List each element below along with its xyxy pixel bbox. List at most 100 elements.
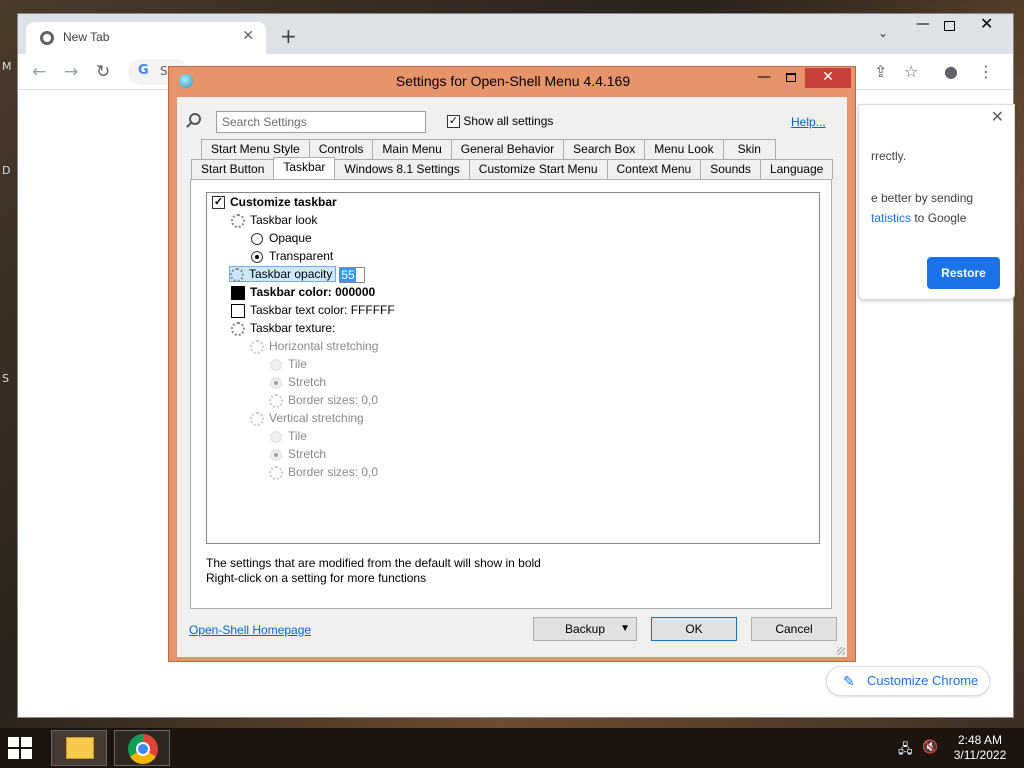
tab-start-menu-style[interactable]: Start Menu Style [201, 139, 310, 159]
gear-icon [250, 339, 264, 354]
gear-icon [269, 465, 283, 480]
tab-search-icon[interactable]: ⌄ [878, 26, 888, 40]
card-message: tatistics to Google [871, 211, 967, 225]
reload-icon[interactable]: ↻ [96, 62, 110, 82]
start-button[interactable] [8, 737, 32, 759]
tab-language[interactable]: Language [759, 159, 834, 179]
tree-item-taskbar-look[interactable]: Taskbar look [231, 211, 317, 229]
cancel-button[interactable]: Cancel [751, 617, 837, 641]
search-settings-input[interactable]: Search Settings [216, 111, 426, 133]
bookmark-star-icon[interactable]: ☆ [904, 62, 918, 81]
gear-icon [231, 213, 245, 228]
tree-item-opaque[interactable]: Opaque [251, 229, 312, 247]
tab-context-menu[interactable]: Context Menu [606, 159, 702, 179]
tab-windows-8-1-settings[interactable]: Windows 8.1 Settings [334, 159, 470, 179]
tree-item-horizontal-stretching: Horizontal stretching [250, 337, 378, 355]
open-shell-homepage-link[interactable]: Open-Shell Homepage [189, 623, 311, 637]
forward-icon[interactable]: → [64, 62, 78, 82]
settings-tree[interactable]: ✓ Customize taskbar Taskbar look Opaque T… [206, 192, 820, 544]
show-all-settings-checkbox[interactable]: ✓ Show all settings [447, 114, 554, 129]
dropdown-arrow-icon: ▼ [620, 623, 630, 634]
windows-logo-pane [21, 737, 32, 747]
desktop-icon-label: M [2, 60, 12, 73]
tree-item-taskbar-opacity[interactable]: Taskbar opacity 55 [229, 265, 366, 283]
chrome-icon [128, 734, 158, 764]
taskbar-clock[interactable]: 2:48 AM 3/11/2022 [952, 733, 1008, 763]
clock-date: 3/11/2022 [953, 748, 1007, 762]
tree-item-taskbar-text-color[interactable]: Taskbar text color: FFFFFF [231, 301, 395, 319]
tab-sounds[interactable]: Sounds [700, 159, 761, 179]
chrome-menu-icon[interactable]: ⋮ [978, 62, 994, 81]
ok-button[interactable]: OK [651, 617, 737, 641]
dialog-title: Settings for Open-Shell Menu 4.4.169 [395, 73, 631, 89]
tree-item-v-stretch: Stretch [270, 445, 326, 463]
radio-checked-icon [270, 448, 282, 461]
taskbar-opacity-input[interactable]: 55 [339, 266, 366, 283]
tree-item-h-stretch: Stretch [270, 373, 326, 391]
chrome-favicon-icon [40, 31, 54, 45]
tree-item-vertical-stretching: Vertical stretching [250, 409, 364, 427]
dialog-maximize-button[interactable] [786, 73, 796, 82]
tab-taskbar[interactable]: Taskbar [273, 157, 336, 179]
settings-dialog: Settings for Open-Shell Menu 4.4.169 — ✕… [168, 66, 856, 662]
radio-unchecked-icon [270, 430, 282, 443]
tab-title: New Tab [63, 30, 110, 44]
window-close-button[interactable]: ✕ [980, 14, 993, 33]
hint-right-click: Right-click on a setting for more functi… [206, 571, 427, 585]
gear-icon [231, 321, 245, 336]
color-swatch-white [231, 303, 245, 318]
tab-controls[interactable]: Controls [308, 139, 374, 159]
show-all-settings-label: Show all settings [463, 114, 554, 128]
customize-chrome-button[interactable]: ✎ Customize Chrome [826, 666, 990, 696]
taskbar-file-explorer[interactable] [51, 730, 107, 766]
tab-close-icon[interactable]: ✕ [242, 28, 254, 44]
tree-item-customize-taskbar[interactable]: ✓ Customize taskbar [212, 193, 337, 211]
tree-item-h-border-sizes: Border sizes: 0,0 [269, 391, 378, 409]
tab-customize-start-menu[interactable]: Customize Start Menu [468, 159, 608, 179]
dialog-minimize-button[interactable]: — [757, 69, 771, 85]
taskbar-chrome[interactable] [114, 730, 170, 766]
speaker-muted-icon[interactable]: 🔇 [922, 740, 938, 755]
profile-icon[interactable]: ● [944, 62, 958, 81]
dialog-client-area: Search Settings ✓ Show all settings Help… [177, 97, 847, 657]
tree-item-taskbar-texture[interactable]: Taskbar texture: [231, 319, 335, 337]
card-message: rrectly. [871, 149, 907, 163]
backup-button[interactable]: Backup ▼ [533, 617, 637, 641]
taskbar-opacity-selected: Taskbar opacity [229, 266, 337, 282]
tab-row-top: Start Menu Style Controls Main Menu Gene… [201, 139, 776, 159]
chrome-tab-new-tab[interactable]: New Tab ✕ [26, 22, 266, 54]
network-icon[interactable]: 🖧 [898, 740, 913, 762]
back-icon[interactable]: ← [32, 62, 46, 82]
new-tab-button[interactable]: + [280, 24, 297, 48]
usage-statistics-link[interactable]: tatistics [871, 211, 911, 225]
tab-main-menu[interactable]: Main Menu [372, 139, 452, 159]
search-icon [189, 113, 201, 125]
tree-item-h-tile: Tile [270, 355, 307, 373]
restore-button[interactable]: Restore [927, 257, 1000, 289]
dialog-title-bar[interactable]: Settings for Open-Shell Menu 4.4.169 — ✕ [169, 67, 855, 95]
windows-logo-pane [8, 749, 19, 759]
tab-skin[interactable]: Skin [722, 139, 776, 159]
tab-start-button[interactable]: Start Button [191, 159, 275, 179]
help-link[interactable]: Help... [791, 115, 826, 129]
windows-logo-pane [21, 749, 32, 759]
radio-checked-icon [270, 376, 282, 389]
card-close-icon[interactable]: ✕ [991, 107, 1004, 126]
checkbox-checked-icon: ✓ [212, 196, 225, 210]
dialog-close-button[interactable]: ✕ [805, 68, 851, 88]
color-swatch-black [231, 285, 245, 300]
tree-item-transparent[interactable]: Transparent [251, 247, 333, 265]
tab-search-box[interactable]: Search Box [563, 139, 646, 159]
tab-general-behavior[interactable]: General Behavior [450, 139, 565, 159]
tree-item-taskbar-color[interactable]: Taskbar color: 000000 [231, 283, 375, 301]
window-maximize-button[interactable] [944, 21, 955, 31]
resize-grip-icon[interactable] [837, 647, 845, 655]
restore-pages-card: ✕ rrectly. e better by sending tatistics… [858, 104, 1015, 300]
share-icon[interactable]: ⇪ [874, 62, 887, 81]
radio-unchecked-icon [251, 232, 263, 245]
address-text: S [160, 64, 168, 78]
window-minimize-button[interactable]: — [916, 16, 930, 32]
clock-time: 2:48 AM [957, 733, 1003, 747]
tab-menu-look[interactable]: Menu Look [644, 139, 724, 159]
customize-chrome-label: Customize Chrome [867, 673, 979, 688]
